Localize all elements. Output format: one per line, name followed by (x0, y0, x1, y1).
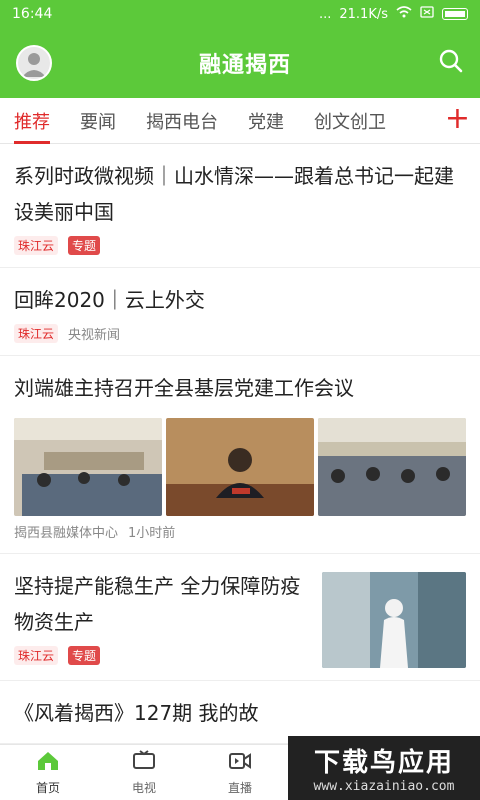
article-row: 坚持提产能稳生产 全力保障防疫物资生产 珠江云 专题 (14, 568, 466, 668)
meeting-photo (14, 418, 162, 516)
wifi-icon (396, 6, 412, 22)
source-badge: 珠江云 (14, 324, 59, 343)
article-meta: 揭西县融媒体中心 1小时前 (14, 522, 466, 541)
status-time: 16:44 (12, 6, 53, 22)
article-text: 坚持提产能稳生产 全力保障防疫物资生产 珠江云 专题 (14, 568, 304, 668)
topic-badge: 专题 (68, 646, 101, 665)
article-title: 系列时政微视频｜山水情深——跟着总书记一起建设美丽中国 (14, 164, 454, 224)
watermark-main: 下载鸟应用 (313, 748, 454, 778)
article-meta: 珠江云 专题 (14, 646, 304, 665)
app-header: 融通揭西 (0, 28, 480, 98)
factory-photo (322, 572, 466, 668)
nav-home-label: 首页 (35, 780, 60, 795)
add-tab-button[interactable]: + (445, 104, 470, 134)
news-feed: 系列时政微视频｜山水情深——跟着总书记一起建设美丽中国 珠江云 专题 回眸202… (0, 144, 480, 800)
status-indicators: ... 21.1K/s (319, 6, 468, 22)
speaker-photo (166, 418, 314, 516)
article-title: 回眸2020｜云上外交 (14, 288, 205, 312)
tab-news[interactable]: 要闻 (80, 98, 116, 144)
tab-civilization[interactable]: 创文创卫 (314, 98, 386, 144)
audience-photo (318, 418, 466, 516)
source-badge: 珠江云 (14, 646, 59, 665)
publisher-label: 央视新闻 (68, 328, 121, 343)
article-meta: 珠江云 央视新闻 (14, 324, 466, 343)
category-tabs: 推荐 要闻 揭西电台 党建 创文创卫 + (0, 98, 480, 144)
watermark-logo: 下载鸟应用 www.xiazainiao.com (288, 736, 480, 800)
list-item[interactable]: 刘端雄主持召开全县基层党建工作会议 揭西县融媒体中心 1小时前 (0, 356, 480, 554)
nav-tv[interactable]: 电视 (96, 745, 192, 800)
home-icon (36, 750, 60, 775)
article-title: 刘端雄主持召开全县基层党建工作会议 (14, 376, 354, 400)
list-item[interactable]: 系列时政微视频｜山水情深——跟着总书记一起建设美丽中国 珠江云 专题 (0, 144, 480, 268)
tv-icon (132, 749, 156, 775)
sim-icon (420, 6, 434, 22)
tab-party[interactable]: 党建 (248, 98, 284, 144)
list-item[interactable]: 回眸2020｜云上外交 珠江云 央视新闻 (0, 268, 480, 356)
app-title: 融通揭西 (198, 53, 291, 78)
status-bar: 16:44 ... 21.1K/s (0, 0, 480, 28)
tab-radio[interactable]: 揭西电台 (146, 98, 218, 144)
article-title: 《风着揭西》127期 我的故 (14, 701, 259, 725)
battery-icon (442, 8, 468, 20)
tab-recommend[interactable]: 推荐 (14, 98, 50, 144)
avatar[interactable] (16, 45, 52, 81)
nav-home[interactable]: 首页 (0, 745, 96, 800)
publisher-label: 揭西县融媒体中心 (14, 526, 119, 541)
search-icon[interactable] (438, 48, 464, 78)
list-item[interactable]: 坚持提产能稳生产 全力保障防疫物资生产 珠江云 专题 (0, 554, 480, 681)
nav-tv-label: 电视 (131, 780, 156, 795)
watermark-url: www.xiazainiao.com (313, 779, 455, 794)
source-badge: 珠江云 (14, 236, 59, 255)
article-meta: 珠江云 专题 (14, 236, 466, 255)
list-item[interactable]: 《风着揭西》127期 我的故 (0, 681, 480, 744)
article-title: 坚持提产能稳生产 全力保障防疫物资生产 (14, 574, 301, 634)
nav-live[interactable]: 直播 (192, 745, 288, 800)
topic-badge: 专题 (68, 236, 101, 255)
image-gallery (14, 418, 466, 516)
time-label: 1小时前 (128, 526, 176, 541)
nav-live-label: 直播 (227, 780, 252, 795)
signal-dots: ... (318, 6, 332, 22)
network-speed: 21.1K/s (339, 6, 388, 22)
video-icon (228, 750, 252, 775)
